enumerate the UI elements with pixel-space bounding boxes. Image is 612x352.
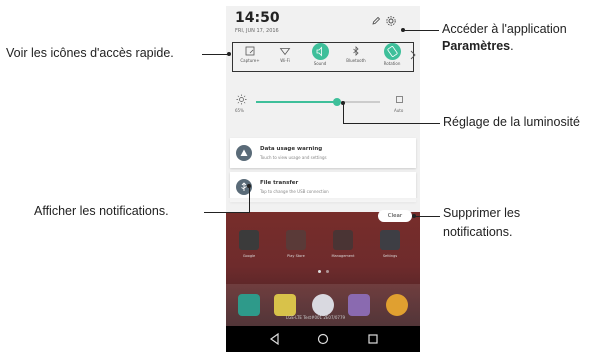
gear-icon[interactable] (385, 15, 397, 27)
callout-clear-line2: notifications. (443, 225, 513, 239)
bluetooth-icon (353, 46, 359, 56)
warning-icon (236, 145, 252, 161)
app-management[interactable] (333, 230, 353, 250)
clock-date: FRI, JUN 17, 2016 (235, 28, 279, 34)
page-indicator-dot (326, 270, 329, 273)
clock-time: 14:50 (235, 10, 280, 26)
edit-icon[interactable] (371, 16, 381, 26)
callout-line (204, 212, 249, 213)
app-settings[interactable] (380, 230, 400, 250)
callout-settings-line2: Paramètres (442, 39, 511, 53)
brightness-slider-fill (256, 101, 337, 103)
page-indicator-dot (318, 270, 321, 273)
chevron-right-icon[interactable] (410, 50, 416, 60)
wifi-icon (279, 48, 291, 56)
tile-rotation[interactable]: Rotation (376, 43, 408, 69)
navigation-bar (226, 326, 420, 352)
notification-subtitle: Tap to change the USB connection (260, 189, 329, 194)
dock-phone-app[interactable] (238, 294, 260, 316)
capture-plus-icon (245, 46, 255, 56)
brightness-row: 65% Auto (234, 94, 414, 124)
quick-settings-row: Capture+ Wi-Fi Sound Bluetooth Rotation (232, 42, 416, 72)
notification-subtitle: Touch to view usage and settings (260, 155, 327, 160)
clear-button[interactable]: Clear (378, 210, 412, 222)
callout-line (249, 186, 250, 213)
tile-label: Rotation (383, 61, 401, 66)
rotation-icon (383, 43, 401, 60)
notification-data-usage[interactable]: Data usage warning Touch to view usage a… (230, 138, 416, 168)
tile-capture-plus[interactable]: Capture+ (234, 45, 266, 71)
callout-clear-line1: Supprimer les (443, 206, 521, 220)
callout-line (403, 30, 439, 31)
callout-dot (247, 184, 251, 188)
callout-notifications: Afficher les notifications. (34, 204, 169, 218)
callout-line (202, 54, 229, 55)
tile-wifi[interactable]: Wi-Fi (269, 45, 301, 71)
callout-clear: Supprimer les notifications. (443, 204, 520, 242)
app-label-management: Management (331, 254, 355, 258)
auto-brightness-checkbox[interactable] (396, 96, 403, 103)
callout-dot (227, 52, 231, 56)
callout-dot (401, 28, 405, 32)
tile-label: Wi-Fi (280, 58, 290, 63)
brightness-slider-thumb[interactable] (332, 97, 341, 106)
brightness-slider[interactable] (256, 97, 380, 106)
tile-bluetooth[interactable]: Bluetooth (340, 45, 372, 71)
dock-gallery-app[interactable] (348, 294, 370, 316)
app-label-google: Google (242, 254, 256, 258)
brightness-icon (236, 94, 247, 105)
tile-label: Sound (313, 61, 327, 66)
sound-icon (311, 43, 329, 60)
dock-camera-app[interactable] (312, 294, 334, 316)
callout-dot (341, 101, 345, 105)
callout-dot (412, 214, 416, 218)
notification-title: Data usage warning (260, 146, 323, 152)
auto-brightness-label: Auto (394, 108, 404, 113)
callout-line (414, 216, 440, 217)
app-google[interactable] (239, 230, 259, 250)
callout-settings: Accéder à l'application Paramètres. (442, 21, 567, 55)
app-label-settings: Settings (382, 254, 398, 258)
callout-line (343, 123, 440, 124)
callout-line (343, 102, 344, 123)
callout-brightness: Réglage de la luminosité (443, 115, 580, 129)
tile-label: Bluetooth (346, 58, 366, 63)
carrier-label: LGE-LTE Test#001 2E07/0779 (286, 315, 346, 320)
home-button-icon[interactable] (316, 332, 330, 346)
tile-label: Capture+ (240, 58, 260, 63)
callout-settings-suffix: . (510, 39, 514, 53)
brightness-percent: 65% (235, 108, 244, 113)
dock-messages-app[interactable] (274, 294, 296, 316)
notification-shade: 14:50 FRI, JUN 17, 2016 Capture+ Wi-Fi S… (226, 6, 420, 212)
app-play-store[interactable] (286, 230, 306, 250)
notification-title: File transfer (260, 180, 299, 186)
tile-sound[interactable]: Sound (304, 43, 336, 69)
callout-quick-access: Voir les icônes d'accès rapide. (6, 46, 174, 60)
callout-settings-line1: Accéder à l'application (442, 22, 567, 36)
dock-chrome-app[interactable] (386, 294, 408, 316)
app-label-play-store: Play Store (287, 254, 305, 258)
back-icon[interactable] (268, 332, 282, 346)
phone-screen: Google Play Store Management Settings LG… (226, 6, 420, 352)
recents-icon[interactable] (366, 332, 380, 346)
